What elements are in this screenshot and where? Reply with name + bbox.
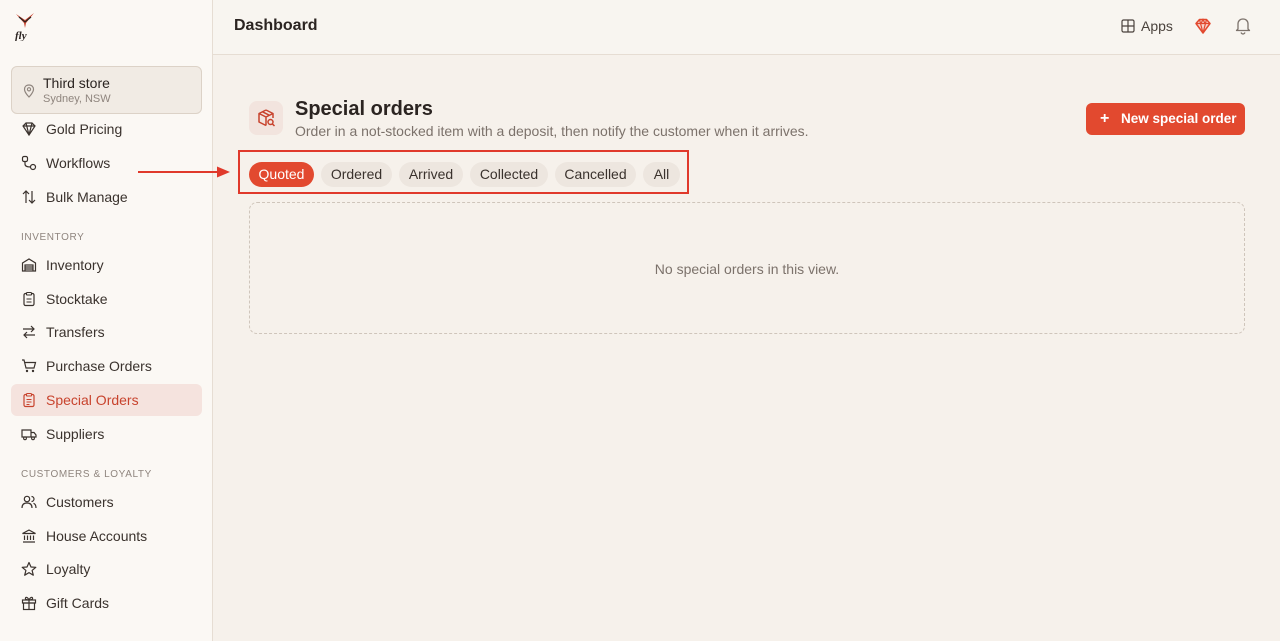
package-search-icon [258, 109, 276, 127]
sidebar-item-label: Inventory [46, 257, 104, 273]
tab-all[interactable]: All [643, 162, 680, 187]
sidebar-item-customers[interactable]: Customers [11, 486, 202, 518]
sort-arrows-icon [22, 190, 36, 204]
transfer-arrows-icon [23, 325, 35, 339]
sidebar-item-suppliers[interactable]: Suppliers [11, 418, 202, 450]
clipboard-icon [23, 291, 35, 307]
grid-icon [1121, 19, 1135, 33]
bank-icon [22, 529, 36, 543]
empty-state-text: No special orders in this view. [654, 261, 840, 277]
star-icon [21, 561, 37, 576]
sidebar-item-loyalty[interactable]: Loyalty [11, 553, 202, 585]
sidebar-item-inventory[interactable]: Inventory [11, 249, 202, 281]
tab-collected[interactable]: Collected [470, 162, 548, 187]
cart-icon [22, 359, 37, 373]
sidebar-item-label: Gift Cards [46, 595, 110, 611]
gem-icon[interactable] [1194, 17, 1212, 35]
tab-quoted[interactable]: Quoted [249, 162, 314, 187]
sidebar-item-bulk-manage[interactable]: Bulk Manage [11, 181, 202, 213]
section-heading-customers: CUSTOMERS & LOYALTY [21, 469, 152, 480]
sidebar-item-gift-cards[interactable]: Gift Cards [11, 587, 202, 619]
store-selector[interactable]: Third store Sydney, NSW [11, 66, 202, 114]
annotation-arrow [138, 166, 230, 178]
sidebar-item-label: Special Orders [46, 392, 139, 408]
sidebar-item-stocktake[interactable]: Stocktake [11, 283, 202, 315]
page-header-title: Dashboard [234, 17, 318, 34]
sidebar-item-label: Gold Pricing [46, 121, 123, 137]
sidebar-item-label: Stocktake [46, 291, 108, 307]
special-orders-icon [249, 101, 283, 135]
clipboard-list-icon [23, 392, 35, 408]
sidebar-item-label: Workflows [46, 155, 111, 171]
section-heading-inventory: INVENTORY [21, 232, 85, 243]
users-icon [21, 495, 37, 509]
fly-logo[interactable]: fly [13, 11, 37, 41]
warehouse-icon [21, 258, 37, 272]
gift-icon [21, 596, 37, 611]
sidebar-item-label: Loyalty [46, 561, 91, 577]
new-special-order-label: New special order [1121, 111, 1237, 126]
page-title: Special orders [295, 98, 433, 120]
top-header: Dashboard Apps [213, 0, 1280, 55]
sidebar-item-label: Purchase Orders [46, 358, 152, 374]
sidebar: fly Third store Sydney, NSW Gold Pricing… [0, 0, 213, 641]
sidebar-item-special-orders[interactable]: Special Orders [11, 384, 202, 416]
gem-icon [22, 122, 36, 137]
store-location: Sydney, NSW [43, 93, 111, 105]
sidebar-item-gold-pricing[interactable]: Gold Pricing [11, 113, 202, 145]
map-pin-icon [23, 84, 35, 98]
sidebar-item-label: Suppliers [46, 426, 105, 442]
sidebar-item-label: Customers [46, 494, 114, 510]
plus-icon: + [1100, 110, 1110, 127]
tab-arrived[interactable]: Arrived [399, 162, 463, 187]
empty-state-panel: No special orders in this view. [249, 202, 1245, 334]
sidebar-item-label: Bulk Manage [46, 189, 128, 205]
apps-label: Apps [1141, 18, 1173, 34]
sidebar-item-transfers[interactable]: Transfers [11, 316, 202, 348]
store-name: Third store [43, 75, 110, 91]
workflow-icon [21, 155, 37, 171]
bell-icon[interactable] [1234, 16, 1252, 35]
sidebar-item-label: House Accounts [46, 528, 148, 544]
sidebar-item-house-accounts[interactable]: House Accounts [11, 520, 202, 552]
sidebar-item-label: Transfers [46, 324, 105, 340]
sidebar-item-purchase-orders[interactable]: Purchase Orders [11, 350, 202, 382]
tab-ordered[interactable]: Ordered [321, 162, 392, 187]
svg-text:fly: fly [15, 30, 27, 41]
new-special-order-button[interactable]: + New special order [1086, 103, 1245, 135]
page-subtitle: Order in a not-stocked item with a depos… [295, 123, 809, 139]
truck-icon [21, 429, 37, 441]
tab-cancelled[interactable]: Cancelled [555, 162, 636, 187]
